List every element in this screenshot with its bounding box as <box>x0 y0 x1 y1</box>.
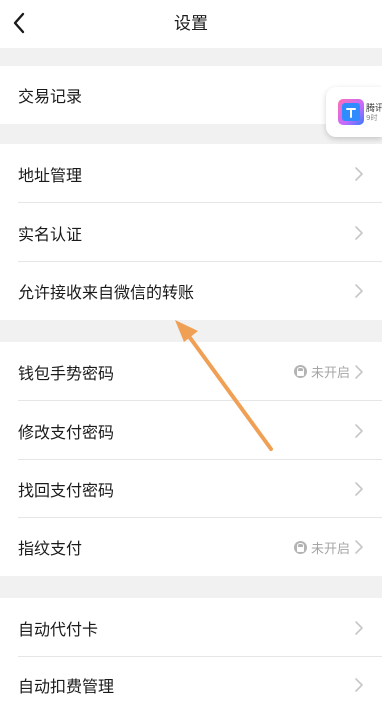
chevron-right-icon <box>355 423 363 438</box>
menu-item-label: 允许接收来自微信的转账 <box>18 283 195 302</box>
menu-item-label: 找回支付密码 <box>18 481 115 500</box>
menu-item-label: 地址管理 <box>18 165 83 185</box>
status-badge: 未开启 <box>293 342 350 401</box>
menu-item-label: 指纹支付 <box>18 539 83 558</box>
chevron-right-icon <box>355 677 363 692</box>
menu-item-label: 实名认证 <box>18 224 83 244</box>
menu-item-transaction-records[interactable]: 交易记录 <box>0 66 382 124</box>
menu-item-change-payment-password[interactable]: 修改支付密码 <box>0 401 382 460</box>
chevron-right-icon <box>355 225 363 240</box>
menu-item-wallet-gesture-password[interactable]: 钱包手势密码 未开启 <box>0 342 382 401</box>
menu-item-label: 自动代付卡 <box>18 619 99 639</box>
settings-page: 设置 交易记录 地址管理 实名认证 允许接收来自微信的转账 钱包手势密码 未开启… <box>0 0 382 712</box>
chevron-right-icon <box>355 482 363 496</box>
lock-icon <box>293 540 307 554</box>
nav-bar: 设置 <box>0 0 382 48</box>
chevron-right-icon <box>355 166 363 181</box>
menu-item-address-management[interactable]: 地址管理 <box>0 144 382 203</box>
status-text: 未开启 <box>310 541 350 557</box>
menu-item-label: 修改支付密码 <box>18 422 115 442</box>
menu-item-auto-pay-card[interactable]: 自动代付卡 <box>0 598 382 657</box>
page-title: 设置 <box>174 14 208 34</box>
app-logo-icon <box>346 108 356 118</box>
menu-item-label: 交易记录 <box>18 87 83 106</box>
status-text: 未开启 <box>310 366 350 381</box>
chevron-right-icon <box>355 284 363 298</box>
menu-item-label: 钱包手势密码 <box>18 363 115 383</box>
status-badge: 未开启 <box>293 518 350 576</box>
chevron-right-icon <box>355 364 363 379</box>
menu-item-fingerprint-payment[interactable]: 指纹支付 未开启 <box>0 518 382 576</box>
chevron-right-icon <box>355 620 363 635</box>
menu-item-recover-payment-password[interactable]: 找回支付密码 <box>0 460 382 518</box>
ad-subtitle: 9时 <box>366 114 378 122</box>
chevron-right-icon <box>355 540 363 554</box>
menu-item-auto-deduction-management[interactable]: 自动扣费管理 <box>0 657 382 712</box>
app-icon <box>338 99 364 125</box>
menu-item-real-name-verification[interactable]: 实名认证 <box>0 203 382 262</box>
menu-item-label: 自动扣费管理 <box>18 676 115 696</box>
floating-ad-widget[interactable]: 腾讯 9时 <box>326 87 382 137</box>
menu-item-allow-wechat-transfer[interactable]: 允许接收来自微信的转账 <box>0 262 382 320</box>
lock-icon <box>293 365 307 378</box>
